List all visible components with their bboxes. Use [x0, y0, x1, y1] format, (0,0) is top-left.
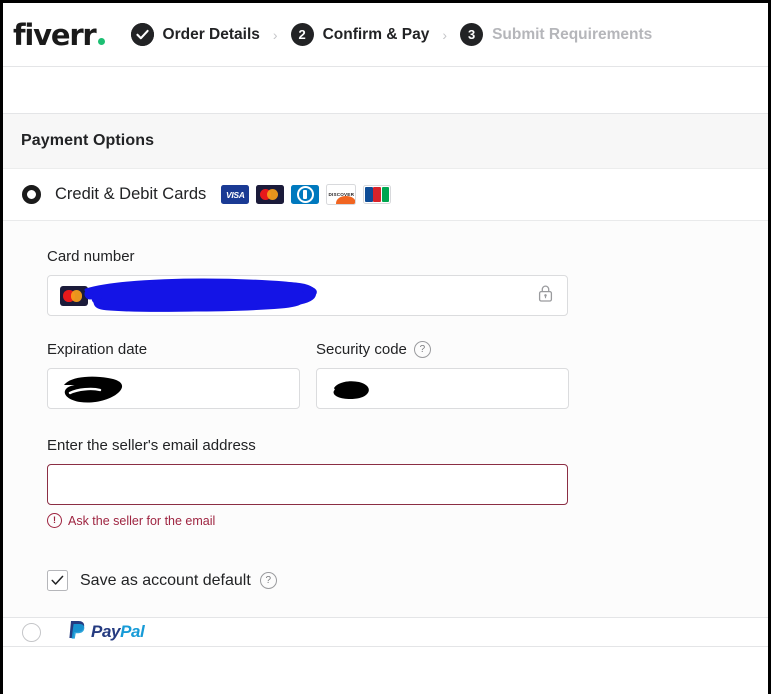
- card-number-detected-mastercard-icon: [60, 285, 88, 306]
- fiverr-logo-text: fiverr: [13, 17, 97, 52]
- mastercard-icon-right-circle: [267, 189, 279, 200]
- seller-email-error-text: Ask the seller for the email: [68, 513, 216, 528]
- step-3-number-badge: 3: [460, 23, 484, 46]
- payment-options-title: Payment Options: [21, 132, 155, 149]
- security-code-field-group: Security code ?: [316, 341, 569, 409]
- jcb-icon-red-bar: [373, 187, 382, 202]
- fiverr-logo-dot: [97, 37, 105, 45]
- seller-email-label: Enter the seller's email address: [47, 437, 768, 454]
- step-2-label: Confirm & Pay: [322, 25, 430, 43]
- step-order-details[interactable]: Order Details: [130, 23, 260, 46]
- jcb-icon: [363, 185, 392, 204]
- expiration-date-label: Expiration date: [47, 341, 300, 358]
- detected-mastercard-right-circle: [70, 290, 82, 302]
- diners-club-icon-ring: [296, 186, 314, 203]
- step-submit-requirements[interactable]: 3 Submit Requirements: [460, 23, 652, 46]
- diners-club-icon-bar: [303, 190, 308, 199]
- paypal-wordmark-pay: Pay: [91, 622, 121, 641]
- card-number-input[interactable]: [47, 275, 568, 316]
- checkout-stepper: Order Details › 2 Confirm & Pay › 3 Subm…: [130, 23, 652, 46]
- card-number-redaction-scribble: [84, 278, 317, 312]
- jcb-icon-blue-bar: [365, 187, 373, 202]
- seller-email-error: ! Ask the seller for the email: [47, 513, 768, 528]
- security-code-label: Security code ?: [316, 341, 569, 358]
- card-number-label-text: Card number: [47, 248, 135, 265]
- credit-card-form: Card number Expiration date Security cod…: [3, 221, 768, 617]
- expiry-and-cvv-row: Expiration date Security code ?: [47, 341, 768, 409]
- page-header: fiverr Order Details › 2 Confirm & Pay ›: [3, 3, 768, 66]
- security-code-redaction-mark: [333, 381, 369, 400]
- paypal-mark-icon: [69, 620, 86, 644]
- credit-cards-label: Credit & Debit Cards: [55, 185, 207, 203]
- payment-option-credit-cards[interactable]: Credit & Debit Cards VISA DISCOVER: [3, 169, 768, 221]
- diners-club-icon: [291, 185, 320, 204]
- discover-icon-text: DISCOVER: [328, 192, 355, 197]
- step-separator-2: ›: [442, 26, 448, 43]
- paypal-radio[interactable]: [22, 622, 41, 642]
- expiration-date-input[interactable]: [47, 368, 300, 409]
- save-as-default-row[interactable]: Save as account default ?: [47, 570, 768, 591]
- checkout-page: fiverr Order Details › 2 Confirm & Pay ›: [0, 0, 771, 694]
- seller-email-input[interactable]: [47, 464, 568, 505]
- error-exclamation-icon: !: [47, 513, 62, 528]
- expiration-field-group: Expiration date: [47, 341, 300, 409]
- payment-option-paypal[interactable]: PayPal: [3, 617, 768, 646]
- save-as-default-help-icon[interactable]: ?: [259, 572, 277, 589]
- step-1-check-icon: [130, 23, 154, 46]
- security-code-input[interactable]: [316, 368, 569, 409]
- checkmark-icon: [51, 575, 64, 585]
- header-spacer: [3, 67, 768, 113]
- security-code-help-icon[interactable]: ?: [413, 341, 431, 358]
- payment-options-panel: Payment Options Credit & Debit Cards VIS…: [3, 113, 768, 647]
- accepted-card-brands: VISA DISCOVER: [221, 184, 392, 205]
- visa-icon-text: VISA: [225, 189, 245, 200]
- save-as-default-label-text: Save as account default: [80, 571, 251, 589]
- step-1-label: Order Details: [162, 25, 260, 43]
- paypal-wordmark-pal: Pal: [120, 622, 145, 641]
- discover-icon: DISCOVER: [326, 184, 357, 205]
- paypal-logo: PayPal: [69, 620, 145, 644]
- expiration-date-label-text: Expiration date: [47, 341, 148, 358]
- visa-icon: VISA: [221, 185, 250, 204]
- payment-options-header: Payment Options: [3, 114, 768, 169]
- save-as-default-checkbox[interactable]: [47, 570, 68, 591]
- save-as-default-label: Save as account default ?: [80, 572, 277, 590]
- mastercard-icon: [256, 185, 285, 204]
- step-confirm-and-pay[interactable]: 2 Confirm & Pay: [290, 23, 430, 46]
- step-3-label: Submit Requirements: [492, 25, 653, 43]
- seller-email-field-group: Enter the seller's email address ! Ask t…: [47, 437, 768, 528]
- card-number-label: Card number: [47, 248, 768, 265]
- lock-icon: [538, 285, 553, 307]
- discover-icon-arc: [336, 196, 356, 204]
- expiration-date-redaction-mark: [64, 376, 123, 403]
- credit-cards-radio[interactable]: [22, 185, 41, 204]
- paypal-wordmark: PayPal: [91, 622, 145, 642]
- step-2-number-badge: 2: [290, 23, 314, 46]
- step-separator-1: ›: [272, 26, 278, 43]
- jcb-icon-green-bar: [381, 187, 390, 202]
- seller-email-label-text: Enter the seller's email address: [47, 437, 256, 454]
- security-code-label-text: Security code: [316, 341, 407, 358]
- fiverr-logo[interactable]: fiverr: [13, 18, 105, 52]
